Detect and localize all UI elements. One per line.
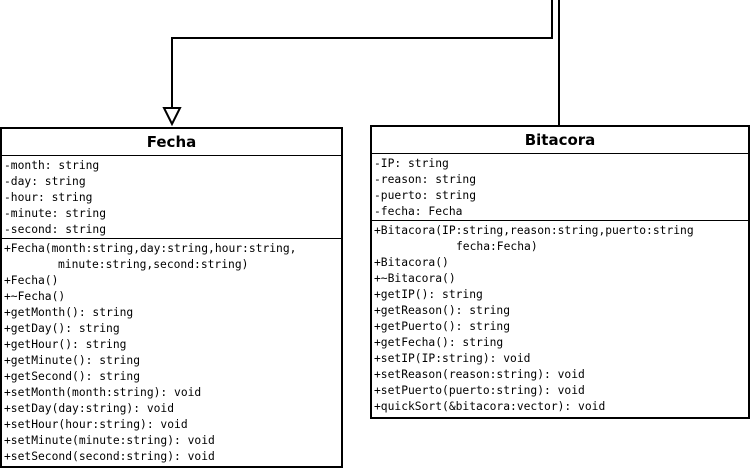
- method-set-day: +setDay(day:string): void: [4, 402, 175, 415]
- method-default-constructor: +Fecha(): [4, 274, 59, 287]
- method-set-second: +setSecond(second:string): void: [4, 450, 215, 463]
- class-fecha-attributes: -month: string -day: string -hour: strin…: [2, 156, 341, 239]
- method-constructor: +Fecha(month:string,day:string,hour:stri…: [4, 242, 297, 255]
- attribute-hour: -hour: string: [4, 191, 93, 204]
- method-get-fecha: +getFecha(): string: [374, 336, 504, 349]
- attribute-reason: -reason: string: [374, 173, 477, 186]
- method-set-puerto: +setPuerto(puerto:string): void: [374, 384, 585, 397]
- method-destructor: +~Bitacora(): [374, 272, 456, 285]
- method-constructor-continued: fecha:Fecha): [456, 240, 538, 253]
- method-get-month: +getMonth(): string: [4, 306, 134, 319]
- method-get-reason: +getReason(): string: [374, 304, 511, 317]
- method-constructor: +Bitacora(IP:string,reason:string,puerto…: [374, 224, 694, 237]
- class-fecha[interactable]: Fecha -month: string -day: string -hour:…: [0, 127, 343, 468]
- class-fecha-methods: +Fecha(month:string,day:string,hour:stri…: [2, 239, 341, 465]
- attribute-minute: -minute: string: [4, 207, 107, 220]
- class-bitacora-attributes: -IP: string -reason: string -puerto: str…: [372, 154, 748, 221]
- inheritance-arrowhead: [162, 107, 182, 127]
- method-set-minute: +setMinute(minute:string): void: [4, 434, 215, 447]
- attribute-ip: -IP: string: [374, 157, 449, 170]
- method-get-second: +getSecond(): string: [4, 370, 141, 383]
- class-bitacora-methods: +Bitacora(IP:string,reason:string,puerto…: [372, 221, 748, 415]
- class-bitacora[interactable]: Bitacora -IP: string -reason: string -pu…: [370, 125, 750, 419]
- class-bitacora-title: Bitacora: [372, 127, 748, 154]
- attribute-day: -day: string: [4, 175, 86, 188]
- method-destructor: +~Fecha(): [4, 290, 66, 303]
- method-set-month: +setMonth(month:string): void: [4, 386, 202, 399]
- method-get-puerto: +getPuerto(): string: [374, 320, 511, 333]
- method-get-hour: +getHour(): string: [4, 338, 127, 351]
- method-quick-sort: +quickSort(&bitacora:vector): void: [374, 400, 606, 413]
- attribute-fecha: -fecha: Fecha: [374, 205, 463, 218]
- inheritance-connector[interactable]: [171, 0, 553, 108]
- method-default-constructor: +Bitacora(): [374, 256, 449, 269]
- attribute-second: -second: string: [4, 223, 107, 236]
- method-set-hour: +setHour(hour:string): void: [4, 418, 188, 431]
- class-fecha-title: Fecha: [2, 129, 341, 156]
- method-get-day: +getDay(): string: [4, 322, 120, 335]
- method-get-ip: +getIP(): string: [374, 288, 483, 301]
- method-set-ip: +setIP(IP:string): void: [374, 352, 531, 365]
- attribute-puerto: -puerto: string: [374, 189, 477, 202]
- attribute-month: -month: string: [4, 159, 100, 172]
- method-set-reason: +setReason(reason:string): void: [374, 368, 585, 381]
- method-get-minute: +getMinute(): string: [4, 354, 141, 367]
- method-constructor-continued: minute:string,second:string): [58, 258, 249, 271]
